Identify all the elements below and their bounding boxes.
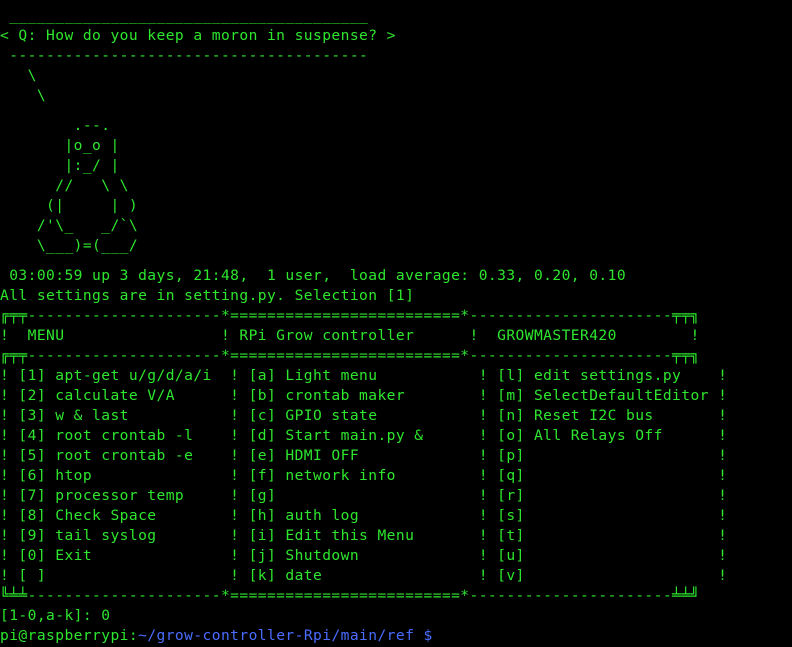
tux-art-line: .--. xyxy=(0,117,111,134)
shell-prompt-line[interactable]: pi@raspberrypi:~/grow-controller-Rpi/mai… xyxy=(0,626,792,646)
menu-row: ! [1] apt-get u/g/d/a/i ! [a] Light menu… xyxy=(0,367,728,384)
menu-row: ! [6] htop ! [f] network info ! [q] ! xyxy=(0,467,728,484)
tux-art-line: \ xyxy=(0,87,47,104)
tux-art-line: \___)=(___/ xyxy=(0,237,139,254)
menu-row: ! [4] root crontab -l ! [d] Start main.p… xyxy=(0,427,728,444)
menu-border-bottom: ╚╧╧---------------------*===============… xyxy=(0,587,700,604)
prompt-trailing-space xyxy=(433,627,442,644)
tux-art-line: // \ \ xyxy=(0,177,129,194)
menu-border-mid: ╔╤╤---------------------*===============… xyxy=(0,347,700,364)
menu-row: ! [8] Check Space ! [h] auth log ! [s] ! xyxy=(0,507,728,524)
menu-row: ! [2] calculate V/A ! [b] crontab maker … xyxy=(0,387,728,404)
menu-row: ! [7] processor temp ! [g] ! [r] ! xyxy=(0,487,728,504)
menu-row: ! [9] tail syslog ! [i] Edit this Menu !… xyxy=(0,527,728,544)
menu-border-top: ╔╤╤---------------------*===============… xyxy=(0,307,700,324)
cowsay-bottom-border: --------------------------------------- xyxy=(0,47,369,64)
tux-art-line: /'\_ _/`\ xyxy=(0,217,139,234)
menu-row: ! [5] root crontab -e ! [e] HDMI OFF ! [… xyxy=(0,447,728,464)
selection-prompt: [1-0,a-k]: 0 xyxy=(0,607,111,624)
tux-art-line: \ xyxy=(0,67,37,84)
terminal-window[interactable]: _______________________________________ … xyxy=(0,0,792,647)
uptime-line: 03:00:59 up 3 days, 21:48, 1 user, load … xyxy=(0,267,627,284)
menu-row: ! [ ] ! [k] date ! [v] ! xyxy=(0,567,728,584)
prompt-path: ~/grow-controller-Rpi/main/ref $ xyxy=(138,627,433,644)
settings-note: All settings are in setting.py. Selectio… xyxy=(0,287,415,304)
tux-art-line: |:_/ | xyxy=(0,157,120,174)
terminal-cursor[interactable] xyxy=(442,629,450,644)
menu-header-row: ! MENU ! RPi Grow controller ! GROWMASTE… xyxy=(0,327,700,344)
tux-art-line: |o_o | xyxy=(0,137,120,154)
prompt-user-host: pi@raspberrypi xyxy=(0,627,129,644)
tux-art-line: (| | ) xyxy=(0,197,139,214)
prompt-separator: : xyxy=(128,627,139,644)
menu-row: ! [0] Exit ! [j] Shutdown ! [u] ! xyxy=(0,547,728,564)
menu-row: ! [3] w & last ! [c] GPIO state ! [n] Re… xyxy=(0,407,728,424)
cowsay-top-border: _______________________________________ xyxy=(0,7,369,24)
cowsay-speech: < Q: How do you keep a moron in suspense… xyxy=(0,27,396,44)
